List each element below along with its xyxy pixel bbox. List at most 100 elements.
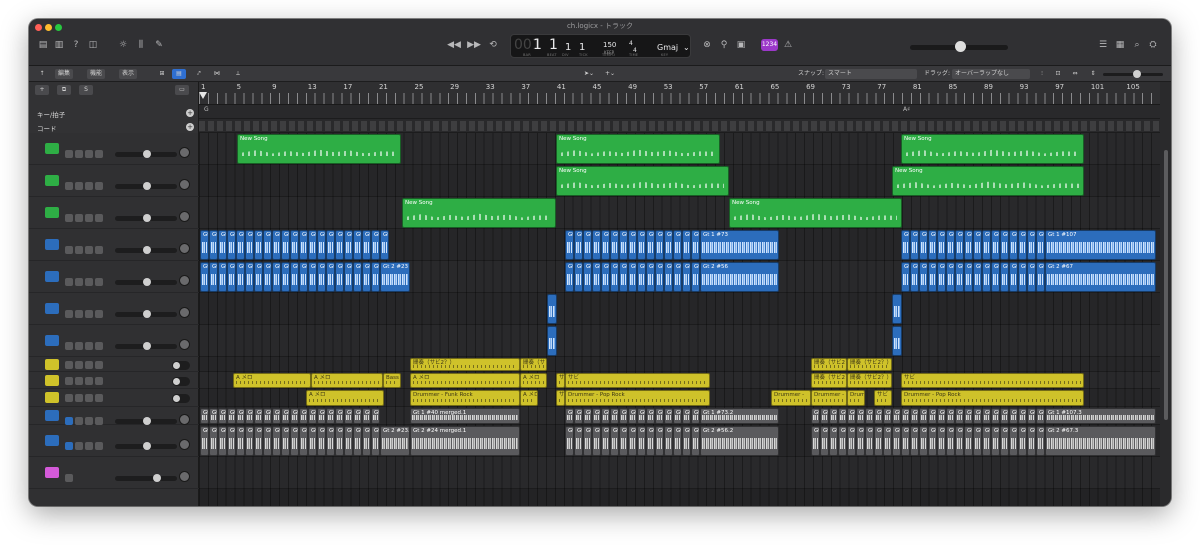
audio-region-muted[interactable]: Gt 1 #40 merged.1 — [410, 408, 520, 424]
audio-region[interactable]: Gt — [691, 230, 700, 260]
pan-knob[interactable] — [179, 147, 190, 158]
audio-region[interactable]: Gt — [227, 262, 236, 292]
audio-region-muted[interactable]: Gt — [1000, 408, 1009, 424]
audio-region-muted[interactable]: Gt — [619, 426, 628, 456]
volume-fader-knob[interactable] — [143, 182, 151, 190]
pan-knob[interactable] — [179, 439, 190, 450]
track-lane-3[interactable] — [199, 197, 1160, 229]
audio-region[interactable]: Gt — [272, 262, 281, 292]
volume-fader-knob[interactable] — [143, 310, 151, 318]
audio-region[interactable]: Gt — [371, 230, 380, 260]
solo-button[interactable] — [75, 310, 83, 318]
volume-fader-knob[interactable] — [143, 442, 151, 450]
input-monitor-button[interactable] — [95, 394, 103, 402]
audio-region[interactable]: Gt — [928, 262, 937, 292]
audio-region[interactable]: Gt — [254, 230, 263, 260]
automation-icon[interactable]: ⤤ — [193, 69, 205, 79]
audio-region-muted[interactable]: Gt — [1009, 426, 1018, 456]
audio-region-muted[interactable]: Gt — [619, 408, 628, 424]
volume-fader[interactable] — [115, 476, 177, 481]
audio-region-muted[interactable]: Gt — [317, 408, 326, 424]
global-tracks-button[interactable]: S — [79, 85, 93, 95]
audio-region[interactable]: Gt — [664, 262, 673, 292]
pan-knob[interactable] — [179, 243, 190, 254]
audio-region-muted[interactable]: Gt — [946, 408, 955, 424]
input-monitor-button[interactable] — [95, 214, 103, 222]
audio-region[interactable]: Gt — [272, 230, 281, 260]
volume-fader-knob[interactable] — [143, 278, 151, 286]
audio-region-muted[interactable]: Gt — [856, 408, 865, 424]
audio-region[interactable]: Gt — [317, 230, 326, 260]
audio-region[interactable]: Gt — [664, 230, 673, 260]
audio-region[interactable]: Gt 2 #23 — [380, 262, 410, 292]
audio-region[interactable]: Gt — [682, 262, 691, 292]
audio-region-muted[interactable]: Gt — [299, 408, 308, 424]
pattern-region[interactable]: サビ — [556, 373, 565, 388]
audio-region-muted[interactable]: Gt — [664, 408, 673, 424]
input-monitor-button[interactable] — [95, 377, 103, 385]
midi-region[interactable]: New Song — [237, 134, 401, 164]
audio-region-muted[interactable]: Gt — [901, 408, 910, 424]
audio-region-muted[interactable]: Gt — [1018, 426, 1027, 456]
audio-region[interactable]: Gt — [910, 230, 919, 260]
track-header-11[interactable] — [29, 407, 199, 425]
audio-region[interactable]: Gt — [245, 230, 254, 260]
audio-region[interactable] — [892, 294, 902, 324]
audio-region[interactable]: Gt — [646, 230, 655, 260]
audio-region-muted[interactable]: Gt — [883, 426, 892, 456]
audio-region-muted[interactable]: Gt — [937, 426, 946, 456]
audio-region-muted[interactable]: Gt — [982, 426, 991, 456]
audio-region[interactable]: Gt — [964, 262, 973, 292]
audio-region[interactable]: Gt — [236, 262, 245, 292]
audio-region-muted[interactable]: Gt — [326, 408, 335, 424]
audio-region[interactable]: Gt — [1027, 230, 1036, 260]
pattern-region[interactable]: 間奏（サビ2？） — [847, 358, 892, 371]
audio-region[interactable]: Gt — [691, 262, 700, 292]
record-button[interactable] — [85, 310, 93, 318]
rewind-icon[interactable]: ◀◀ — [447, 39, 461, 51]
audio-region[interactable]: Gt — [619, 230, 628, 260]
zoom-slider-knob[interactable] — [1133, 70, 1141, 78]
audio-region-muted[interactable]: Gt — [892, 426, 901, 456]
audio-region-muted[interactable]: Gt — [592, 426, 601, 456]
audio-region[interactable]: Gt — [946, 262, 955, 292]
audio-region-muted[interactable]: Gt — [1009, 408, 1018, 424]
solo-button[interactable] — [75, 361, 83, 369]
audio-region[interactable]: Gt — [1036, 230, 1045, 260]
pattern-region[interactable]: サビ — [565, 373, 710, 388]
audio-region[interactable]: Gt — [592, 262, 601, 292]
audio-region[interactable]: Gt — [655, 230, 664, 260]
solo-icon[interactable]: ⚲ — [718, 39, 730, 51]
audio-region-muted[interactable]: Gt — [574, 408, 583, 424]
pattern-region[interactable]: 間奏（サビ2？） — [410, 358, 520, 371]
mute-button[interactable] — [65, 214, 73, 222]
audio-region[interactable]: Gt — [254, 262, 263, 292]
audio-region[interactable]: Gt — [919, 230, 928, 260]
warning-icon[interactable]: ⚠ — [782, 39, 794, 51]
mute-button[interactable] — [65, 394, 73, 402]
audio-region[interactable]: Gt — [610, 262, 619, 292]
record-button[interactable] — [85, 246, 93, 254]
audio-region-muted[interactable]: Gt — [610, 426, 619, 456]
audio-region-muted[interactable]: Gt — [592, 408, 601, 424]
audio-region-muted[interactable]: Gt — [308, 426, 317, 456]
audio-region-muted[interactable]: Gt — [991, 408, 1000, 424]
audio-region-muted[interactable]: Gt — [682, 426, 691, 456]
audio-region[interactable]: Gt — [610, 230, 619, 260]
audio-region-muted[interactable]: Gt — [829, 408, 838, 424]
track-lane-6[interactable] — [199, 293, 1160, 325]
pan-knob[interactable] — [179, 275, 190, 286]
solo-button[interactable] — [75, 394, 83, 402]
midi-region[interactable]: New Song — [901, 134, 1084, 164]
pattern-region[interactable]: A メロ — [311, 373, 383, 388]
pattern-region[interactable]: 間奏（サビ2 — [811, 358, 847, 371]
solo-button[interactable] — [75, 377, 83, 385]
audio-region-muted[interactable]: Gt — [838, 408, 847, 424]
audio-region[interactable]: Gt — [583, 230, 592, 260]
audio-region-muted[interactable]: Gt — [218, 426, 227, 456]
audio-region[interactable]: Gt — [335, 230, 344, 260]
record-button[interactable] — [85, 442, 93, 450]
mute-button[interactable] — [65, 377, 73, 385]
audio-region-muted[interactable]: Gt — [691, 426, 700, 456]
lcd-chevron-down-icon[interactable]: ⌄ — [683, 40, 690, 56]
